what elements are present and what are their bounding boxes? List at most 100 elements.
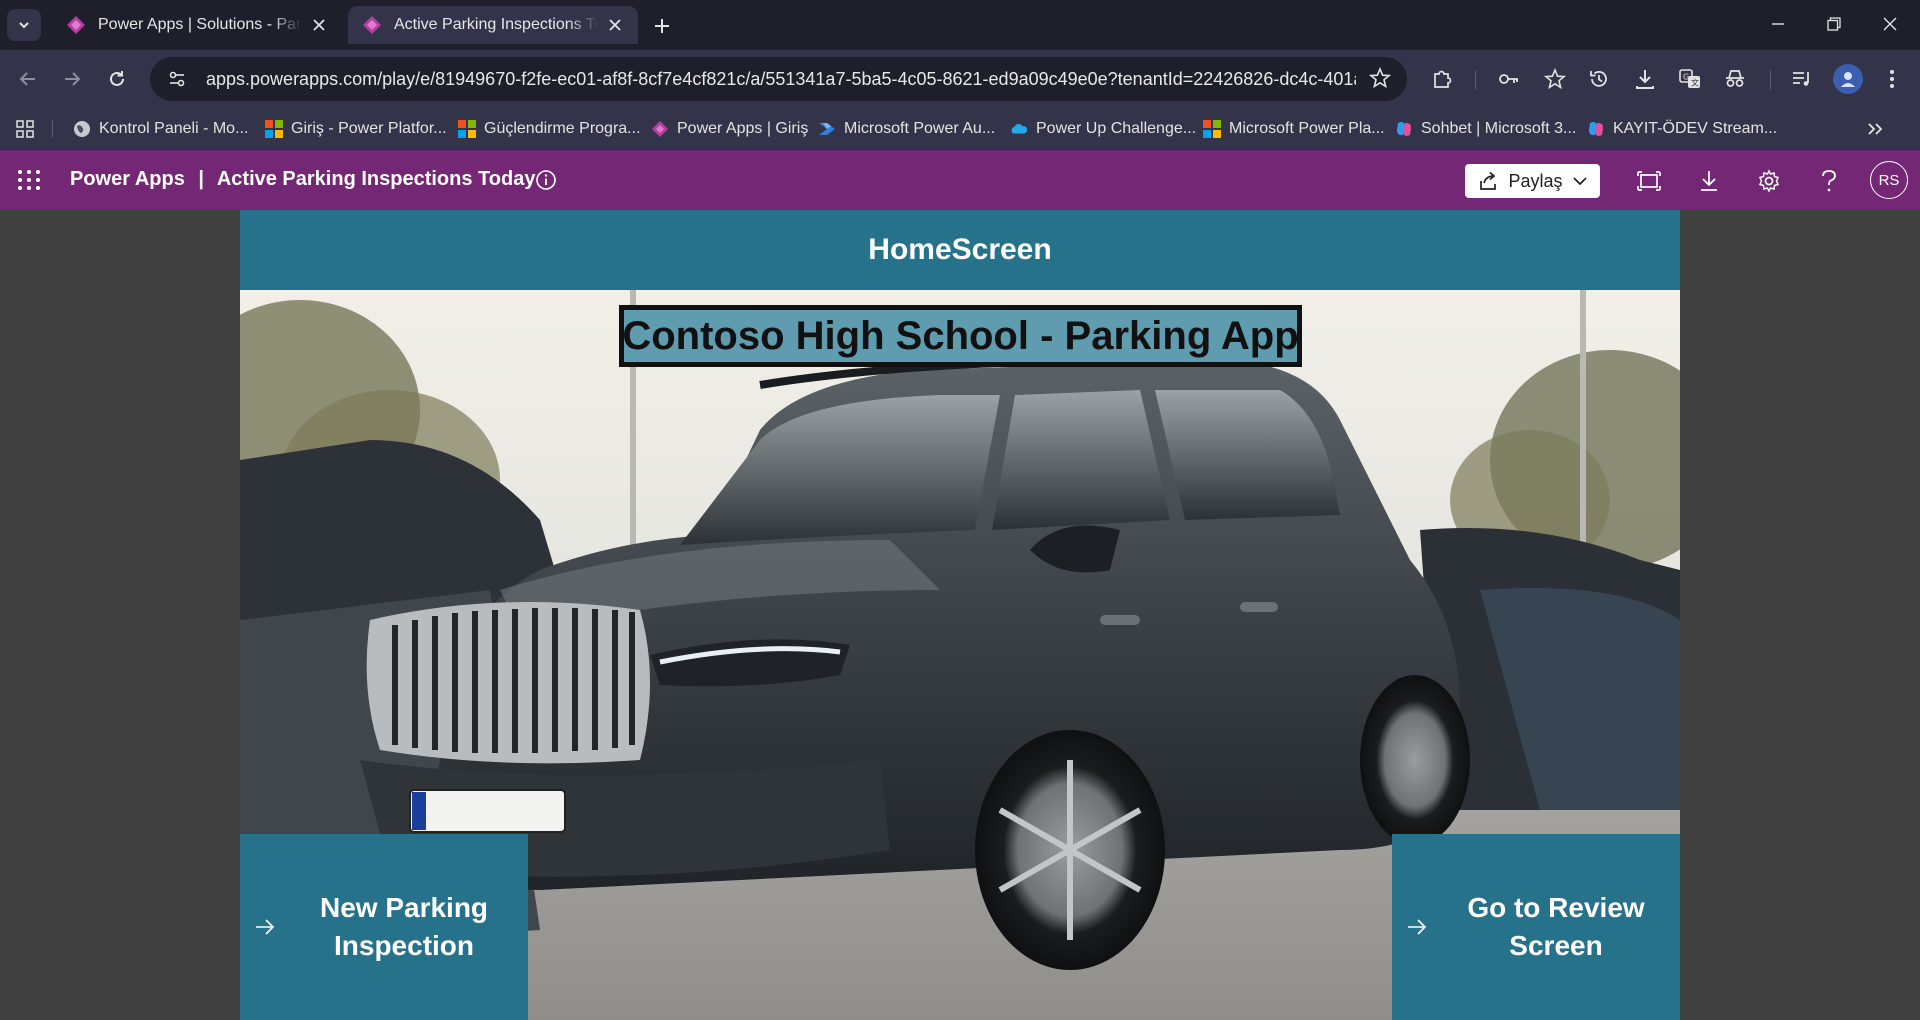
copilot-icon	[1397, 122, 1411, 136]
close-icon	[1883, 17, 1897, 31]
translate-button[interactable]: G文	[1674, 63, 1706, 95]
svg-text:文: 文	[1691, 78, 1699, 88]
bookmark-item[interactable]: Kontrol Paneli - Mo...	[73, 117, 248, 141]
help-button[interactable]	[1814, 166, 1844, 196]
tune-icon	[169, 71, 185, 87]
playlist-icon	[1793, 72, 1809, 86]
svg-text:G: G	[1683, 73, 1689, 82]
bookmark-item[interactable]: Power Apps | Giriş	[651, 117, 808, 141]
new-parking-inspection-button[interactable]: New Parking Inspection	[240, 834, 528, 1020]
back-button[interactable]	[12, 63, 44, 95]
site-info-button[interactable]	[162, 64, 192, 94]
arrow-right-icon	[65, 72, 81, 86]
screen-title: HomeScreen	[868, 233, 1052, 266]
bookmark-item[interactable]: Giriş - Power Platfor...	[265, 117, 447, 141]
browser-tab-active-app[interactable]: Active Parking Inspections Today	[348, 6, 638, 44]
microsoft-logo-icon	[265, 120, 283, 138]
extensions-button[interactable]	[1426, 63, 1458, 95]
bookmark-label: Sohbet | Microsoft 3...	[1421, 120, 1577, 137]
address-bar[interactable]: apps.powerapps.com/play/e/81949670-f2fe-…	[150, 57, 1407, 101]
app-canvas: HomeScreen Contoso High School - Parking…	[240, 210, 1680, 1020]
incognito-button[interactable]	[1719, 63, 1751, 95]
downloads-button[interactable]	[1629, 63, 1661, 95]
user-avatar[interactable]: RS	[1870, 161, 1908, 199]
microsoft-logo-icon	[458, 120, 476, 138]
bookmark-item[interactable]: Power Up Challenge...	[1010, 117, 1196, 141]
star-list-icon	[1544, 68, 1566, 90]
bookmark-label: Giriş - Power Platfor...	[291, 120, 447, 137]
title-separator: |	[198, 168, 205, 190]
media-control-button[interactable]	[1786, 63, 1818, 95]
translate-icon: G文	[1679, 69, 1700, 88]
restore-window-button[interactable]	[1814, 8, 1854, 40]
plus-icon	[655, 19, 669, 33]
onedrive-icon	[1011, 123, 1028, 134]
screen-header: HomeScreen	[240, 210, 1680, 290]
chevron-down-icon	[19, 22, 29, 29]
minimize-window-button[interactable]	[1758, 8, 1798, 40]
tab-search-button[interactable]	[7, 9, 41, 41]
bookmark-item[interactable]: Microsoft Power Pla...	[1203, 117, 1385, 141]
browser-tab-solutions[interactable]: Power Apps | Solutions - Parking Inspect…	[52, 6, 342, 44]
close-icon[interactable]	[604, 14, 626, 36]
app-launcher-icon[interactable]	[15, 168, 43, 192]
bookmark-item[interactable]: Microsoft Power Au...	[818, 117, 995, 141]
go-to-review-screen-button[interactable]: Go to Review Screen	[1392, 834, 1680, 1020]
browser-toolbar: apps.powerapps.com/play/e/81949670-f2fe-…	[0, 50, 1920, 108]
tab-title: Active Parking Inspections Today	[394, 16, 598, 33]
reload-button[interactable]	[101, 63, 133, 95]
close-icon[interactable]	[308, 14, 330, 36]
share-button[interactable]: Paylaş	[1465, 164, 1600, 198]
globe-icon	[74, 121, 90, 137]
history-icon	[1590, 70, 1607, 87]
forward-button[interactable]	[56, 63, 88, 95]
toolbar-divider	[1770, 70, 1771, 90]
password-manager-button[interactable]	[1493, 63, 1525, 95]
history-button[interactable]	[1583, 63, 1615, 95]
close-window-button[interactable]	[1870, 8, 1910, 40]
new-inspection-label: New Parking Inspection	[319, 892, 489, 961]
app-title-label: Contoso High School - Parking App	[619, 305, 1302, 367]
settings-button[interactable]	[1754, 166, 1784, 196]
download-icon	[1636, 70, 1654, 89]
bookmark-label: Güçlendirme Progra...	[484, 120, 641, 137]
power-apps-header: Power Apps | Active Parking Inspections …	[0, 150, 1920, 210]
new-tab-button[interactable]	[648, 12, 676, 40]
bookmark-item[interactable]: KAYIT-ÖDEV Stream...	[1587, 117, 1777, 141]
review-screen-label: Go to Review Screen	[1467, 892, 1645, 961]
arrow-right-icon	[1408, 919, 1427, 935]
brand-name: Power Apps	[70, 168, 185, 190]
bookmark-label: Power Apps | Giriş	[677, 120, 809, 137]
app-header-title: Power Apps | Active Parking Inspections …	[70, 168, 535, 191]
restore-icon	[1827, 17, 1841, 31]
fit-window-icon	[1637, 171, 1661, 191]
more-bookmarks-button[interactable]	[1862, 116, 1888, 142]
key-icon	[1499, 74, 1518, 84]
reload-icon	[110, 71, 124, 86]
share-icon	[1480, 171, 1497, 190]
bookmark-label: KAYIT-ÖDEV Stream...	[1613, 120, 1778, 137]
fit-to-window-button[interactable]	[1634, 166, 1664, 196]
bookmark-item[interactable]: Sohbet | Microsoft 3...	[1395, 117, 1576, 141]
profile-avatar[interactable]	[1833, 64, 1863, 94]
bookmark-star-icon[interactable]	[1369, 67, 1391, 89]
puzzle-icon	[1434, 70, 1452, 88]
more-vertical-icon	[1890, 70, 1894, 88]
url-text: apps.powerapps.com/play/e/81949670-f2fe-…	[206, 68, 1356, 89]
favorites-button[interactable]	[1539, 63, 1571, 95]
power-apps-icon	[67, 16, 85, 34]
incognito-icon	[1726, 70, 1744, 87]
bookmark-label: Power Up Challenge...	[1036, 120, 1197, 137]
power-apps-icon	[363, 16, 381, 34]
gear-icon	[1758, 169, 1780, 193]
bookmark-item[interactable]: Güçlendirme Progra...	[458, 117, 641, 141]
apps-grid-button[interactable]	[12, 116, 38, 142]
arrow-right-icon	[256, 919, 275, 935]
bookmarks-divider	[52, 120, 53, 138]
download-app-button[interactable]	[1694, 166, 1724, 196]
browser-menu-button[interactable]	[1876, 63, 1908, 95]
chevron-down-icon	[1572, 177, 1587, 186]
info-icon[interactable]	[534, 168, 558, 192]
power-automate-icon	[819, 123, 835, 135]
share-label: Paylaş	[1508, 170, 1563, 191]
